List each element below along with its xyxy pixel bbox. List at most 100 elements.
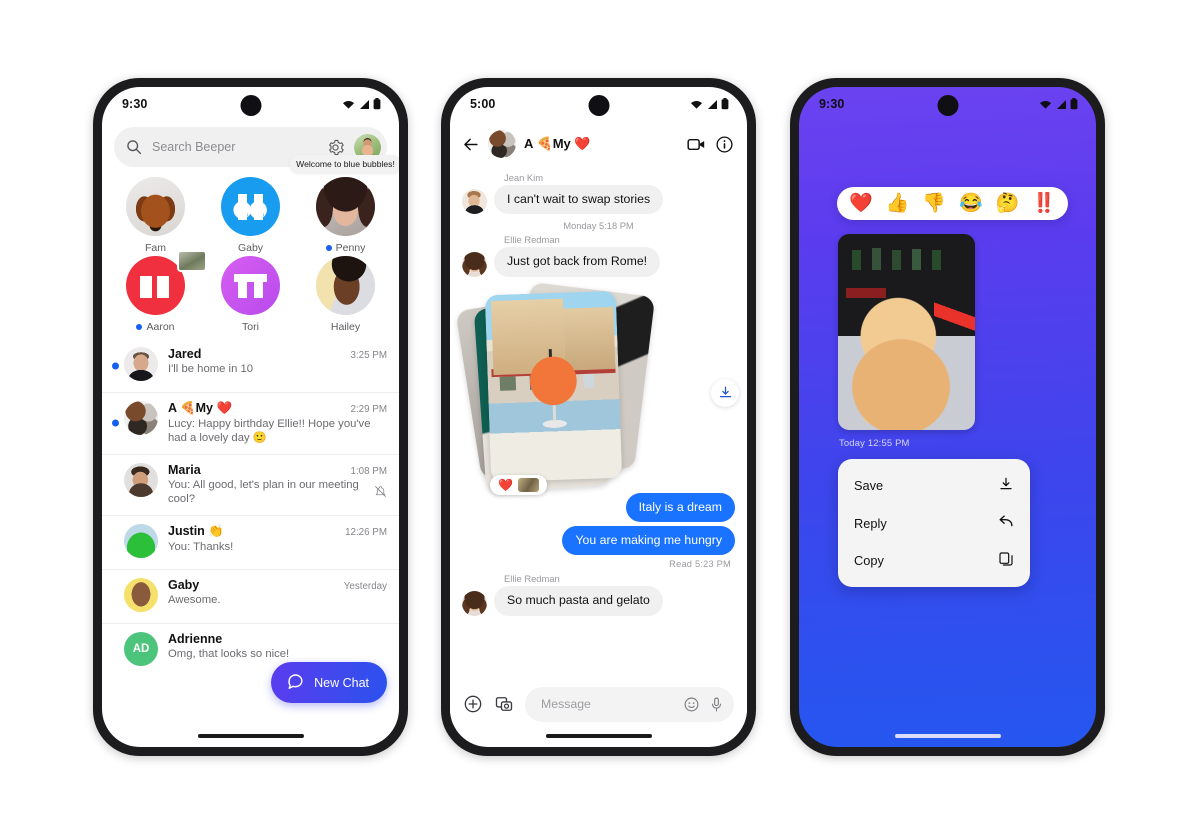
menu-item-save[interactable]: Save xyxy=(838,467,1030,504)
chat-time: 2:29 PM xyxy=(350,404,388,415)
message-input-field[interactable]: Message xyxy=(525,686,734,722)
reaction-exclamation-icon[interactable]: ‼️ xyxy=(1032,194,1056,213)
menu-item-reply[interactable]: Reply xyxy=(838,504,1030,542)
message-bubble: Italy is a dream xyxy=(625,492,735,523)
chat-list: Jared 3:25 PM I'll be home in 10 A 🍕My ❤… xyxy=(102,337,399,678)
favorite-name: Aaron xyxy=(146,321,175,333)
reaction-thumbsdown-icon[interactable]: 👎 xyxy=(922,194,946,213)
message-sender: Ellie Redman xyxy=(504,573,560,585)
chat-row-gaby[interactable]: Gaby Yesterday Awesome. xyxy=(102,570,399,624)
search-input[interactable]: Search Beeper xyxy=(152,140,317,154)
message-incoming: Just got back from Rome! xyxy=(462,247,735,277)
chat-row-maria[interactable]: Maria 1:08 PM You: All good, let's plan … xyxy=(102,455,399,516)
photo-reaction-pill[interactable]: ❤️ xyxy=(490,474,547,495)
favorite-tori[interactable]: Tori xyxy=(203,256,298,333)
phone-inbox: 9:30 Search Beeper Fam Gaby Welcome to b… xyxy=(93,78,408,756)
favorite-name: Tori xyxy=(242,321,259,333)
chat-name: Justin 👏 xyxy=(168,523,224,538)
photo-message[interactable] xyxy=(838,234,975,430)
status-time: 9:30 xyxy=(122,97,148,111)
chat-time: 3:25 PM xyxy=(350,350,388,361)
favorite-hailey[interactable]: Hailey xyxy=(298,256,393,333)
avatar xyxy=(316,256,375,315)
reaction-laugh-icon[interactable]: 😂 xyxy=(959,194,983,213)
reaction-heart-icon: ❤️ xyxy=(498,477,513,492)
favorite-label: Tori xyxy=(242,321,259,333)
chat-row-top: Maria 1:08 PM xyxy=(168,463,387,477)
chat-row-top: Justin 👏 12:26 PM xyxy=(168,524,387,539)
photo-timestamp: Today 12:55 PM xyxy=(839,437,910,448)
status-bar: 9:30 xyxy=(799,87,1096,121)
chat-preview: I'll be home in 10 xyxy=(168,363,254,375)
chat-row-body: Gaby Yesterday Awesome. xyxy=(168,578,387,607)
battery-icon xyxy=(1070,98,1078,110)
chat-name: Gaby xyxy=(168,577,200,592)
message-thread: Jean Kim I can't wait to swap stories Mo… xyxy=(450,167,747,616)
read-receipt: Read 5:23 PM xyxy=(669,559,731,570)
group-avatar[interactable] xyxy=(488,130,516,158)
favorite-label: Penny xyxy=(325,242,366,254)
avatar xyxy=(462,590,487,616)
reply-arrow-icon xyxy=(997,513,1014,533)
chat-name: A 🍕My ❤️ xyxy=(168,401,233,415)
chat-time: 12:26 PM xyxy=(345,526,387,538)
microphone-icon[interactable] xyxy=(708,696,725,713)
favorite-name: Penny xyxy=(335,242,366,254)
status-icon-group xyxy=(690,98,729,110)
avatar xyxy=(221,177,280,236)
chat-row-jared[interactable]: Jared 3:25 PM I'll be home in 10 xyxy=(102,339,399,393)
menu-item-copy[interactable]: Copy xyxy=(838,542,1030,579)
chat-row-top: Jared 3:25 PM xyxy=(168,347,387,361)
reaction-thumbsup-icon[interactable]: 👍 xyxy=(886,194,910,213)
screenshot-canvas: 9:30 Search Beeper Fam Gaby Welcome to b… xyxy=(0,0,1200,826)
chat-name: Jared xyxy=(168,347,202,361)
avatar xyxy=(124,347,158,381)
favorite-gaby[interactable]: Gaby xyxy=(203,177,298,254)
status-bar: 9:30 xyxy=(102,87,399,121)
message-incoming: So much pasta and gelato xyxy=(462,586,735,616)
favorite-name: Hailey xyxy=(330,321,361,333)
context-menu: Save Reply Copy xyxy=(838,459,1030,587)
wifi-icon xyxy=(691,100,702,109)
chat-preview: Omg, that looks so nice! xyxy=(168,647,290,660)
download-icon[interactable] xyxy=(711,378,739,407)
chat-row-justin[interactable]: Justin 👏 12:26 PM You: Thanks! xyxy=(102,516,399,570)
back-arrow-icon[interactable] xyxy=(461,135,480,154)
plus-circle-icon[interactable] xyxy=(463,694,483,714)
cellular-icon xyxy=(708,99,717,109)
reaction-menu-screen: 9:30 ❤️ 👍 👎 😂 🤔 ‼️ Today 12:55 PM Save R… xyxy=(799,87,1096,747)
avatar xyxy=(462,251,487,277)
photo-stack-message[interactable]: ❤️ xyxy=(455,281,739,495)
chat-row-body: Maria 1:08 PM You: All good, let's plan … xyxy=(168,463,387,507)
reaction-thumbnail xyxy=(517,477,539,492)
message-incoming: I can't wait to swap stories xyxy=(462,185,735,215)
message-bubble: So much pasta and gelato xyxy=(494,586,663,616)
photo-camera-icon[interactable] xyxy=(494,694,514,714)
favorite-aaron[interactable]: Aaron xyxy=(108,250,207,333)
chat-row-group[interactable]: A 🍕My ❤️ 2:29 PM Lucy: Happy birthday El… xyxy=(102,393,399,455)
chat-row-body: A 🍕My ❤️ 2:29 PM Lucy: Happy birthday El… xyxy=(168,401,387,446)
reaction-thinking-icon[interactable]: 🤔 xyxy=(996,194,1020,213)
phone-reaction-menu: 9:30 ❤️ 👍 👎 😂 🤔 ‼️ Today 12:55 PM Save R… xyxy=(790,78,1105,756)
message-input[interactable]: Message xyxy=(541,697,675,711)
emoji-icon[interactable] xyxy=(683,696,700,713)
unread-dot xyxy=(325,245,332,251)
favorite-label: Fam xyxy=(145,242,166,254)
favorite-penny[interactable]: Welcome to blue bubbles! Penny xyxy=(289,155,399,254)
favorite-fam[interactable]: Fam xyxy=(108,177,203,254)
status-time: 9:30 xyxy=(819,97,845,111)
conversation-header: A 🍕My ❤️ xyxy=(450,121,747,167)
gear-icon[interactable] xyxy=(327,139,344,156)
chat-preview: You: Thanks! xyxy=(168,540,234,553)
info-icon[interactable] xyxy=(715,135,734,154)
new-chat-button[interactable]: New Chat xyxy=(271,662,387,703)
message-sender: Jean Kim xyxy=(504,172,544,183)
chat-row-top: Adrienne xyxy=(168,632,387,646)
video-call-icon[interactable] xyxy=(686,134,707,155)
reaction-heart-icon[interactable]: ❤️ xyxy=(849,194,873,213)
favorite-label: Hailey xyxy=(331,321,360,333)
wifi-icon xyxy=(1040,100,1051,109)
copy-icon xyxy=(998,551,1014,570)
message-bubble: Just got back from Rome! xyxy=(494,247,661,277)
chat-row-body: Justin 👏 12:26 PM You: Thanks! xyxy=(168,524,387,554)
